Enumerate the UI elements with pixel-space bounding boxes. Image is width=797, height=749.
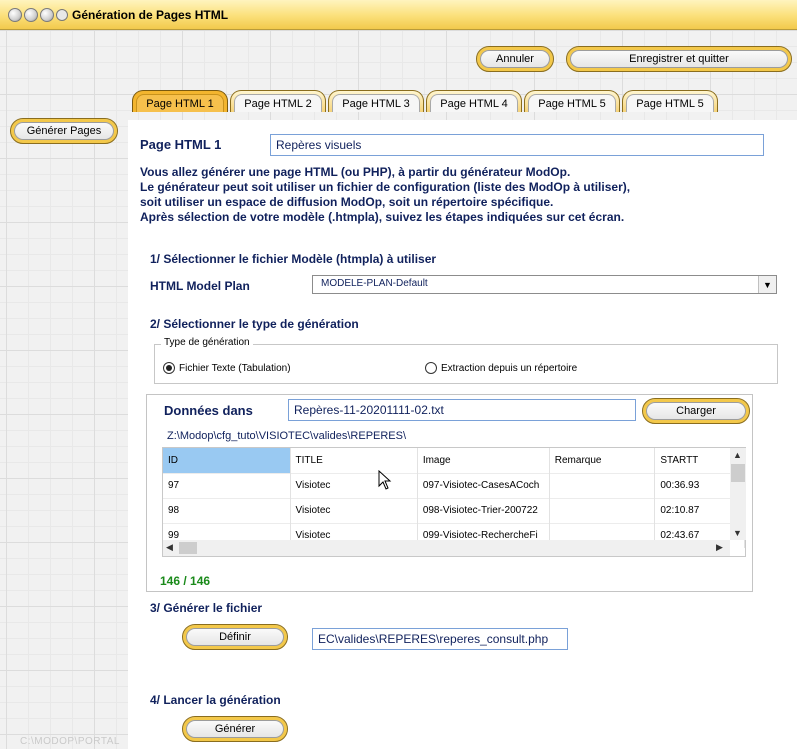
page-title-label: Page HTML 1 [140,137,222,152]
scroll-left-icon[interactable]: ◀ [166,542,173,553]
vertical-scrollbar[interactable] [730,448,746,540]
save-and-quit-button-label: Enregistrer et quitter [570,50,788,68]
step1-heading: 1/ Sélectionner le fichier Modèle (htmpl… [150,252,437,266]
generate-pages-button[interactable]: Générer Pages [10,118,118,144]
tab-label: Page HTML 3 [332,94,420,112]
scroll-right-icon[interactable]: ▶ [716,542,723,553]
step3-heading: 3/ Générer le fichier [150,601,263,615]
scroll-up-icon[interactable]: ▲ [733,450,742,460]
save-and-quit-button[interactable]: Enregistrer et quitter [566,46,792,72]
description-line: soit utiliser un espace de diffusion Mod… [140,195,554,209]
radio-selected-icon [163,362,175,374]
define-button[interactable]: Définir [182,624,288,650]
tab-label: Page HTML 1 [136,94,224,112]
description-line: Après sélection de votre modèle (.htmpla… [140,210,625,224]
column-header-id[interactable]: ID [163,448,291,473]
horizontal-scroll-thumb[interactable] [179,542,197,554]
path-watermark: C:\MODOP\PORTAL [20,736,120,747]
description-line: Vous allez générer une page HTML (ou PHP… [140,165,571,179]
cancel-button-label: Annuler [480,50,550,68]
generate-pages-button-label: Générer Pages [14,122,114,140]
tab-label: Page HTML 2 [234,94,322,112]
table-row[interactable]: 98 Visiotec 098-Visiotec-Trier-200722 02… [163,497,745,523]
table-row[interactable]: 97 Visiotec 097-Visiotec-CasesACoch 00:3… [163,472,745,498]
cell: 97 [163,472,291,498]
table-header-row: ID TITLE Image Remarque STARTT [163,448,745,473]
step4-heading: 4/ Lancer la génération [150,693,281,707]
tab-label: Page HTML 5 [528,94,616,112]
tab-page-html-1[interactable]: Page HTML 1 [132,90,228,112]
minimize-window-icon[interactable] [24,8,38,22]
maximize-window-icon[interactable] [40,8,54,22]
tab-page-html-2[interactable]: Page HTML 2 [230,90,326,112]
generate-button[interactable]: Générer [182,716,288,742]
data-file-input[interactable]: Repères-11-20201111-02.txt [288,399,636,421]
tab-label: Page HTML 4 [430,94,518,112]
chevron-down-icon[interactable]: ▼ [758,276,776,293]
load-button-label: Charger [646,402,746,420]
tab-label: Page HTML 5 [626,94,714,112]
radio-unselected-icon [425,362,437,374]
radio-text-file-label: Fichier Texte (Tabulation) [179,362,291,374]
description-line: Le générateur peut soit utiliser un fich… [140,180,631,194]
cell [549,472,656,498]
cancel-button[interactable]: Annuler [476,46,554,72]
data-source-label: Données dans [164,403,253,418]
generation-type-group: Type de génération Fichier Texte (Tabula… [154,337,778,384]
tab-page-html-3[interactable]: Page HTML 3 [328,90,424,112]
data-path: Z:\Modop\cfg_tuto\VISIOTEC\valides\REPER… [167,430,407,442]
cell: 098-Visiotec-Trier-200722 [417,497,550,523]
define-button-label: Définir [186,628,284,646]
load-button[interactable]: Charger [642,398,750,424]
cell [549,497,656,523]
step2-heading: 2/ Sélectionner le type de génération [150,317,359,331]
column-header-remark[interactable]: Remarque [549,448,656,473]
app-icon [56,9,68,21]
cell: 097-Visiotec-CasesACoch [417,472,550,498]
model-plan-value: MODELE-PLAN-Default [321,278,428,289]
mouse-cursor-icon [378,470,392,490]
tab-page-html-5[interactable]: Page HTML 5 [524,90,620,112]
scroll-down-icon[interactable]: ▼ [733,528,742,538]
model-plan-label: HTML Model Plan [150,279,250,293]
radio-directory[interactable]: Extraction depuis un répertoire [425,362,577,374]
cell: Visiotec [290,497,418,523]
column-header-image[interactable]: Image [417,448,550,473]
vertical-scroll-thumb[interactable] [731,464,745,482]
generate-button-label: Générer [186,720,284,738]
cell: Visiotec [290,472,418,498]
description: Vous allez générer une page HTML (ou PHP… [140,165,760,225]
page-title-input[interactable]: Repères visuels [270,134,764,156]
close-window-icon[interactable] [8,8,22,22]
radio-directory-label: Extraction depuis un répertoire [441,362,578,374]
title-bar: Génération de Pages HTML [0,0,797,30]
model-plan-select[interactable]: MODELE-PLAN-Default ▼ [312,275,777,294]
left-panel [6,112,124,749]
output-file-input[interactable]: EC\valides\REPERES\reperes_consult.php [312,628,568,650]
radio-text-file[interactable]: Fichier Texte (Tabulation) [163,362,291,374]
column-header-title[interactable]: TITLE [290,448,418,473]
cell: 98 [163,497,291,523]
horizontal-scrollbar[interactable] [163,540,730,556]
window-title: Génération de Pages HTML [72,8,229,22]
tab-page-html-6[interactable]: Page HTML 5 [622,90,718,112]
generation-type-legend: Type de génération [161,337,253,348]
record-count: 146 / 146 [160,574,211,588]
tab-page-html-4[interactable]: Page HTML 4 [426,90,522,112]
